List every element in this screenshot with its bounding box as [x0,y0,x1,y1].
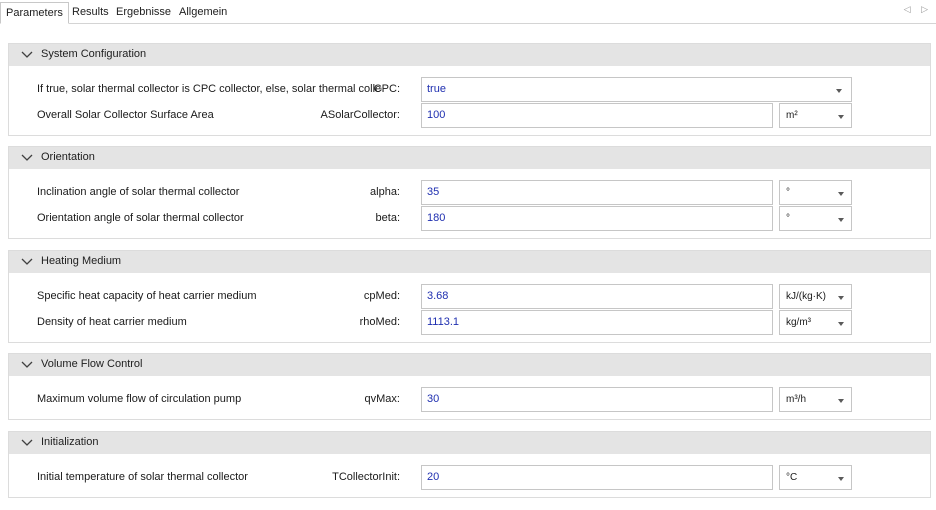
param-row-alpha: Inclination angle of solar thermal colle… [9,180,930,206]
field-value: 180 [427,212,446,224]
chevron-down-icon[interactable] [20,48,34,62]
section-orientation: Orientation Inclination angle of solar t… [8,146,931,239]
param-row-beta: Orientation angle of solar thermal colle… [9,206,930,232]
section-header[interactable]: Heating Medium [9,251,930,273]
section-header[interactable]: Orientation [9,147,930,169]
tab-parameters[interactable]: Parameters [0,2,69,24]
param-var-name: CPC: [373,83,400,95]
section-header[interactable]: Volume Flow Control [9,354,930,376]
chevron-down-icon[interactable] [20,358,34,372]
section-heating-medium: Heating Medium Specific heat capacity of… [8,250,931,343]
unit-select[interactable]: kg/m³ [779,310,852,335]
chevron-down-icon[interactable] [838,192,844,196]
unit-value: ° [786,187,790,198]
unit-select[interactable]: °C [779,465,852,490]
param-var-name: qvMax: [364,393,400,405]
unit-value: m³/h [786,394,806,405]
unit-value: kg/m³ [786,317,811,328]
field-value: true [427,83,446,95]
chevron-down-icon[interactable] [838,218,844,222]
chevron-down-icon[interactable] [838,399,844,403]
chevron-down-icon[interactable] [838,296,844,300]
tab-allgemein[interactable]: Allgemein [179,2,227,24]
param-row-rhomed: Density of heat carrier medium rhoMed: 1… [9,310,930,336]
tcollectorinit-input[interactable]: 20 [421,465,773,490]
field-value: 1113.1 [427,316,460,328]
section-system-configuration: System Configuration If true, solar ther… [8,43,931,136]
param-var-name: beta: [375,212,400,224]
chevron-down-icon[interactable] [20,255,34,269]
param-row-tcollectorinit: Initial temperature of solar thermal col… [9,465,930,491]
field-value: 20 [427,471,440,483]
param-label: Orientation angle of solar thermal colle… [37,212,244,224]
qvmax-input[interactable]: 30 [421,387,773,412]
cpmed-input[interactable]: 3.68 [421,284,773,309]
chevron-down-icon[interactable] [20,436,34,450]
param-var-name: alpha: [370,186,400,198]
field-value: 100 [427,109,446,121]
field-value: 30 [427,393,440,405]
section-title: Orientation [41,151,95,163]
param-label: Density of heat carrier medium [37,316,187,328]
section-title: Initialization [41,436,99,448]
unit-value: ° [786,213,790,224]
chevron-down-icon[interactable] [836,89,842,93]
unit-select[interactable]: kJ/(kg·K) [779,284,852,309]
asolarcollector-input[interactable]: 100 [421,103,773,128]
param-label: Overall Solar Collector Surface Area [37,109,214,121]
param-label: If true, solar thermal collector is CPC … [37,83,382,95]
param-var-name: TCollectorInit: [332,471,400,483]
section-header[interactable]: System Configuration [9,44,930,66]
param-row-cpmed: Specific heat capacity of heat carrier m… [9,284,930,310]
field-value: 35 [427,186,440,198]
chevron-down-icon[interactable] [838,477,844,481]
unit-select[interactable]: m³/h [779,387,852,412]
tab-results[interactable]: Results [72,2,109,24]
beta-input[interactable]: 180 [421,206,773,231]
param-label: Specific heat capacity of heat carrier m… [37,290,257,302]
chevron-down-icon[interactable] [838,322,844,326]
unit-value: kJ/(kg·K) [786,291,826,302]
param-label: Initial temperature of solar thermal col… [37,471,248,483]
param-row-cpc: If true, solar thermal collector is CPC … [9,77,930,103]
chevron-down-icon[interactable] [20,151,34,165]
unit-select[interactable]: m² [779,103,852,128]
section-title: System Configuration [41,48,147,60]
unit-value: m² [786,110,798,121]
param-var-name: ASolarCollector: [320,109,400,121]
unit-select[interactable]: ° [779,180,852,205]
section-title: Heating Medium [41,255,122,267]
alpha-input[interactable]: 35 [421,180,773,205]
tab-scroll-arrows-icon[interactable]: ◁ ▷ [904,4,932,15]
chevron-down-icon[interactable] [838,115,844,119]
param-var-name: cpMed: [363,290,400,302]
param-label: Maximum volume flow of circulation pump [37,393,242,405]
tab-bar: Parameters Results Ergebnisse Allgemein … [0,0,936,24]
param-row-asolarcollector: Overall Solar Collector Surface Area ASo… [9,103,930,129]
cpc-select[interactable]: true [421,77,852,102]
param-label: Inclination angle of solar thermal colle… [37,186,240,198]
section-initialization: Initialization Initial temperature of so… [8,431,931,498]
rhomed-input[interactable]: 1113.1 [421,310,773,335]
section-volume-flow-control: Volume Flow Control Maximum volume flow … [8,353,931,420]
unit-value: °C [786,472,798,483]
section-header[interactable]: Initialization [9,432,930,454]
field-value: 3.68 [427,290,449,302]
param-var-name: rhoMed: [359,316,400,328]
unit-select[interactable]: ° [779,206,852,231]
param-row-qvmax: Maximum volume flow of circulation pump … [9,387,930,413]
section-title: Volume Flow Control [41,358,143,370]
tab-ergebnisse[interactable]: Ergebnisse [116,2,171,24]
